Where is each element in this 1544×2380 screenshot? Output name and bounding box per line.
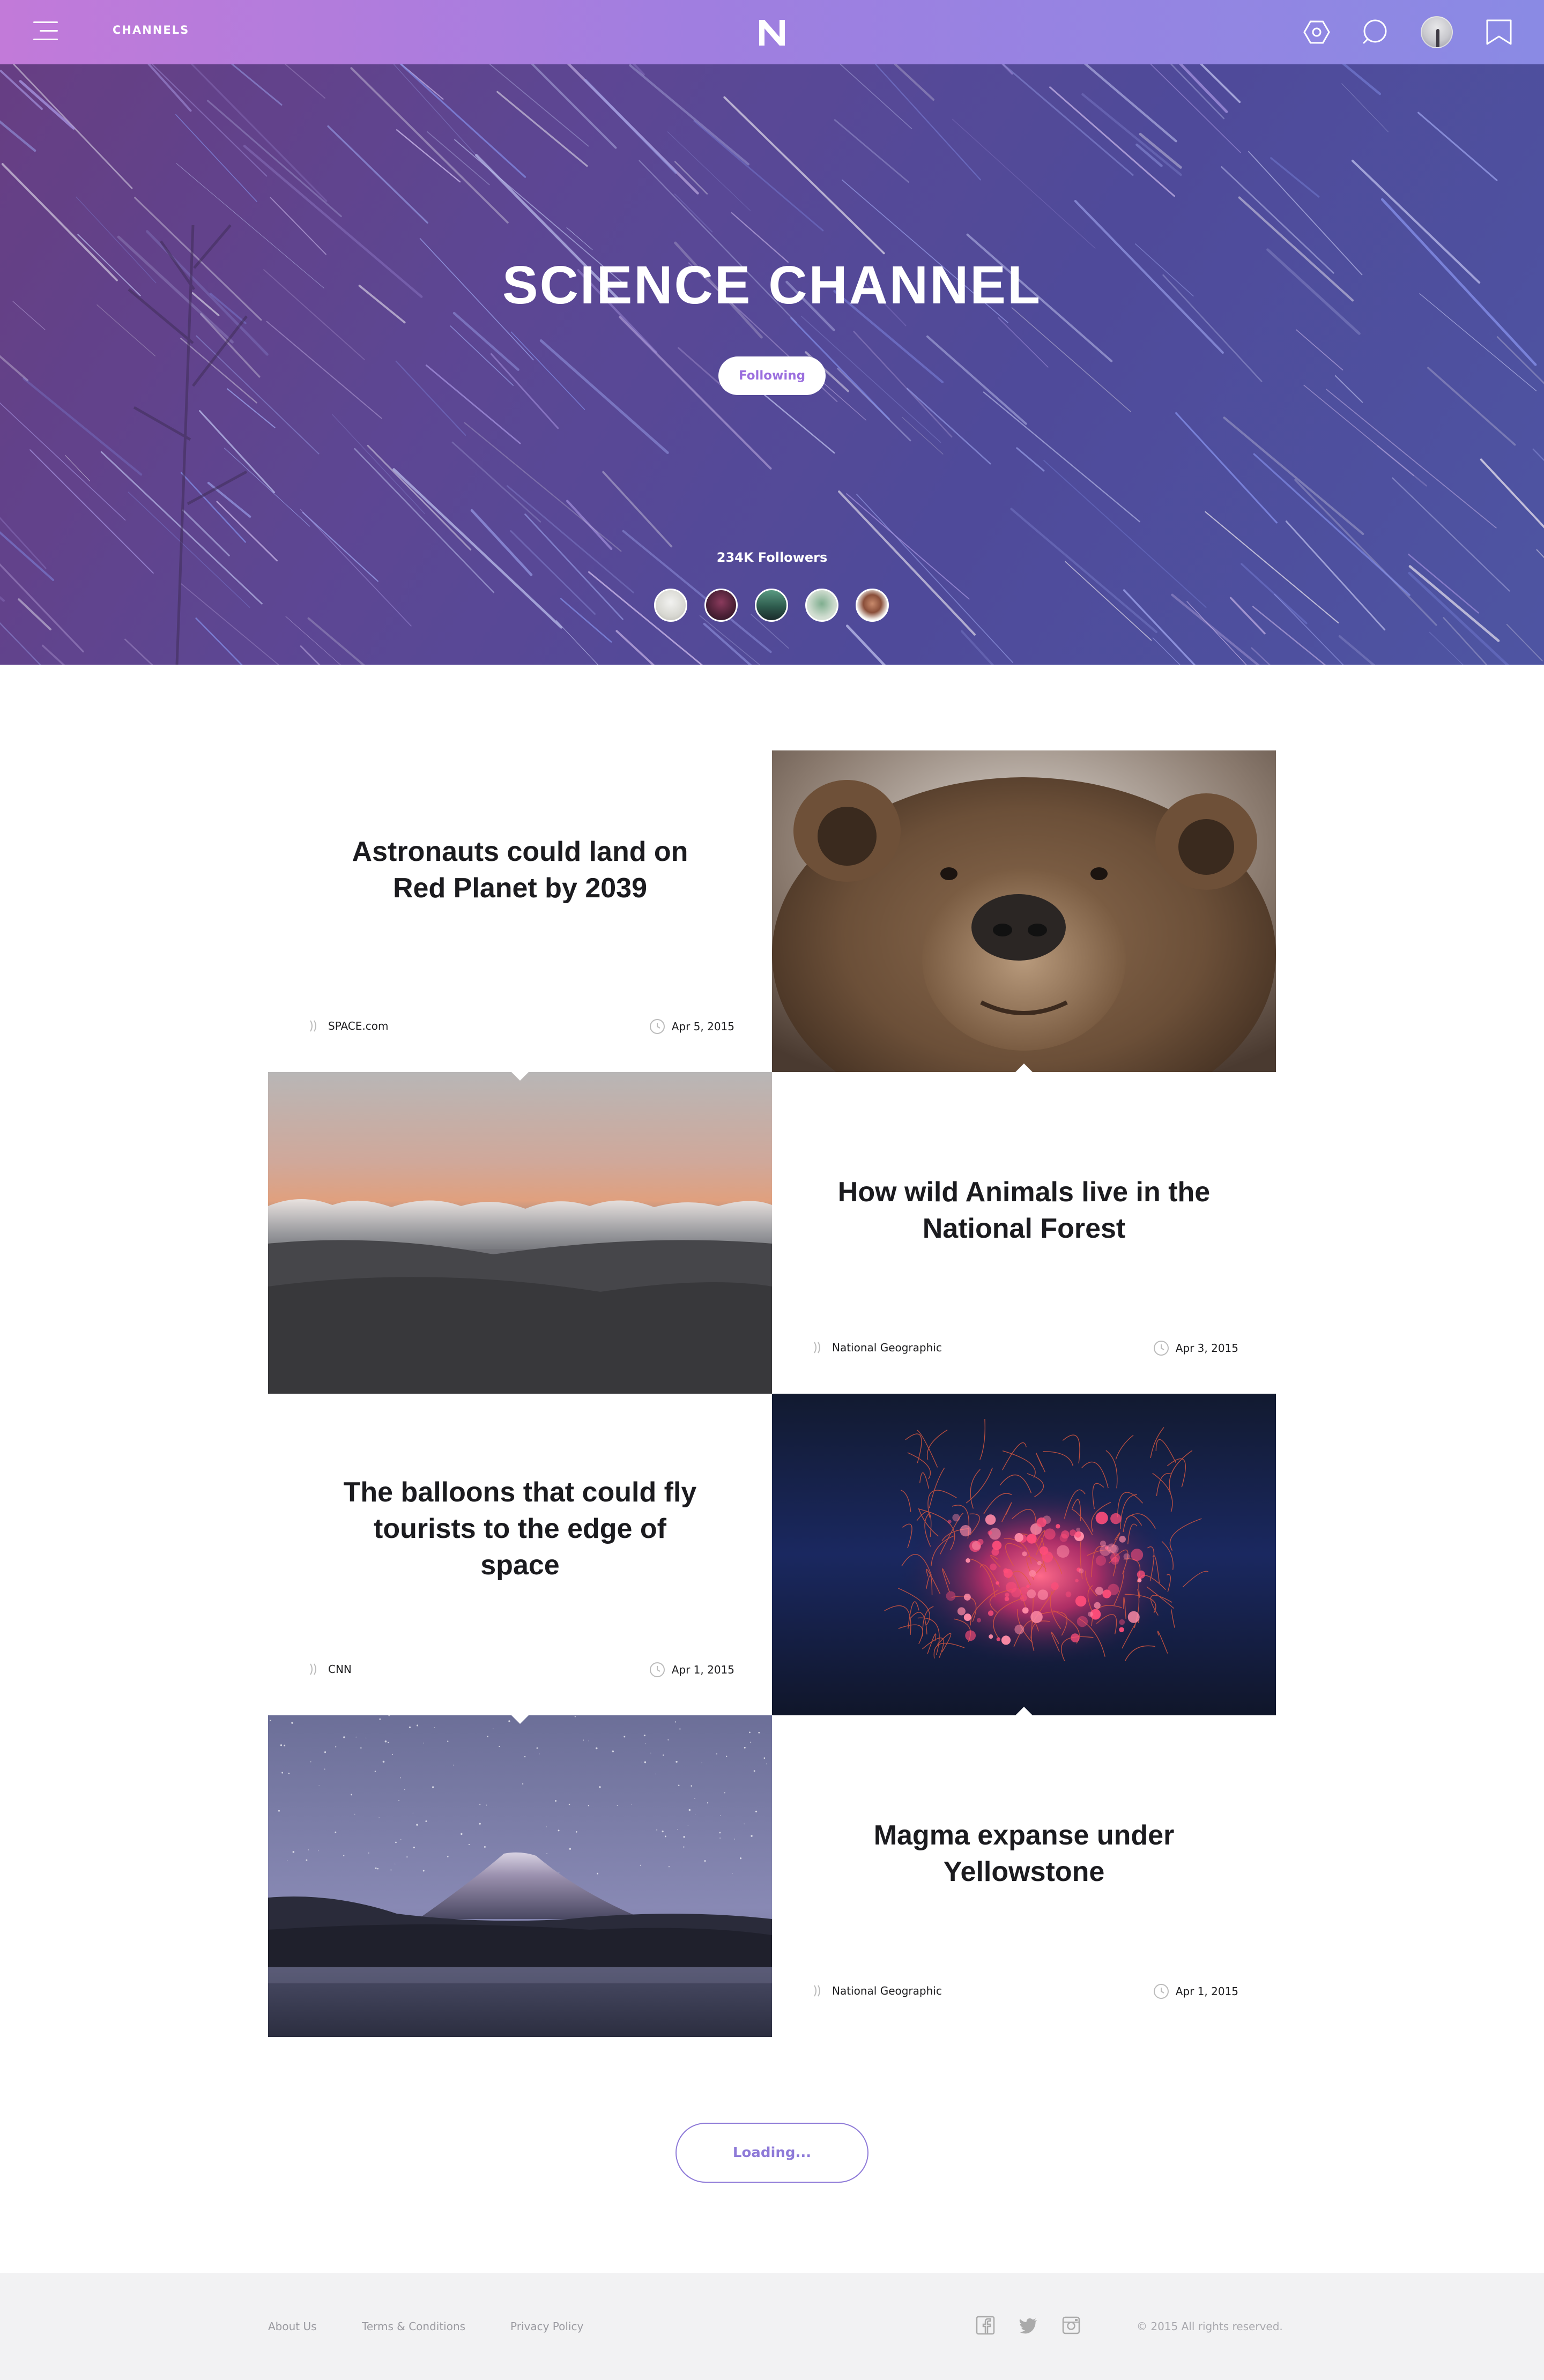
follower-avatar[interactable] xyxy=(654,589,687,622)
article-card[interactable]: Magma expanse under Yellowstone National… xyxy=(772,1715,1276,2037)
source-icon xyxy=(814,1342,820,1353)
article-source[interactable]: National Geographic xyxy=(810,1340,942,1355)
twitter-icon[interactable] xyxy=(1019,2316,1038,2335)
source-label: National Geographic xyxy=(832,1984,942,1997)
source-label: National Geographic xyxy=(832,1341,942,1354)
notch xyxy=(511,1715,529,1724)
source-icon xyxy=(310,1663,316,1675)
date-label: Apr 3, 2015 xyxy=(1175,1342,1238,1355)
article-date: Apr 3, 2015 xyxy=(1153,1340,1238,1356)
article-meta: CNN Apr 1, 2015 xyxy=(306,1662,734,1678)
notch xyxy=(1015,1063,1033,1072)
footer-link-privacy[interactable]: Privacy Policy xyxy=(510,2320,583,2333)
facebook-icon[interactable] xyxy=(976,2316,995,2335)
clock-icon xyxy=(649,1019,665,1034)
article-date: Apr 1, 2015 xyxy=(649,1662,734,1678)
article-card[interactable]: Astronauts could land on Red Planet by 2… xyxy=(268,750,772,1072)
follower-avatars xyxy=(654,589,890,624)
follower-avatar[interactable] xyxy=(704,589,738,622)
source-icon xyxy=(814,1985,820,1997)
follower-avatar[interactable] xyxy=(856,589,889,622)
copyright-text: © 2015 All rights reserved. xyxy=(1137,2320,1283,2333)
article-title[interactable]: Magma expanse under Yellowstone xyxy=(836,1817,1212,1890)
article-source[interactable]: National Geographic xyxy=(810,1983,942,1998)
article-meta: SPACE.com Apr 5, 2015 xyxy=(306,1018,734,1035)
articles-grid: Astronauts could land on Red Planet by 2… xyxy=(268,750,1276,2037)
article-date: Apr 1, 2015 xyxy=(1153,1983,1238,1999)
source-icon xyxy=(310,1020,316,1032)
hero-banner: SCIENCE CHANNEL Following 234K Followers xyxy=(0,64,1544,665)
clock-icon xyxy=(1153,1341,1169,1356)
instagram-icon[interactable] xyxy=(1062,2316,1081,2335)
article-meta: National Geographic Apr 3, 2015 xyxy=(810,1340,1238,1356)
logo-icon[interactable] xyxy=(756,18,788,47)
followers-count: 234K Followers xyxy=(716,550,828,565)
bookmark-icon[interactable] xyxy=(1483,16,1515,48)
search-icon[interactable] xyxy=(1360,16,1392,48)
channels-nav-link[interactable]: CHANNELS xyxy=(113,24,189,36)
avatar[interactable] xyxy=(1421,16,1453,48)
date-label: Apr 1, 2015 xyxy=(1175,1985,1238,1998)
notch xyxy=(511,1072,529,1081)
article-source[interactable]: SPACE.com xyxy=(306,1018,388,1033)
article-title[interactable]: Astronauts could land on Red Planet by 2… xyxy=(332,834,708,906)
article-date: Apr 5, 2015 xyxy=(649,1018,734,1035)
article-card[interactable]: How wild Animals live in the National Fo… xyxy=(772,1072,1276,1394)
footer-link-terms[interactable]: Terms & Conditions xyxy=(362,2320,465,2333)
article-image-mountain[interactable] xyxy=(268,1715,772,2037)
follower-avatar[interactable] xyxy=(805,589,838,622)
article-card[interactable]: The balloons that could fly tourists to … xyxy=(268,1394,772,1715)
following-button[interactable]: Following xyxy=(718,356,826,395)
notch xyxy=(1015,1707,1033,1715)
article-image-bear[interactable] xyxy=(772,750,1276,1072)
source-label: CNN xyxy=(328,1663,352,1676)
page-title: SCIENCE CHANNEL xyxy=(502,255,1042,315)
article-title[interactable]: How wild Animals live in the National Fo… xyxy=(836,1174,1212,1247)
footer-link-about[interactable]: About Us xyxy=(268,2320,317,2333)
footer: About Us Terms & Conditions Privacy Poli… xyxy=(0,2273,1544,2380)
article-image-clouds[interactable] xyxy=(268,1072,772,1394)
clock-icon xyxy=(649,1662,665,1677)
article-title[interactable]: The balloons that could fly tourists to … xyxy=(332,1474,708,1583)
hexagon-settings-icon[interactable] xyxy=(1301,16,1333,48)
clock-icon xyxy=(1153,1984,1169,1999)
article-source[interactable]: CNN xyxy=(306,1662,352,1677)
article-meta: National Geographic Apr 1, 2015 xyxy=(810,1983,1238,1999)
source-label: SPACE.com xyxy=(328,1020,389,1032)
date-label: Apr 5, 2015 xyxy=(671,1020,734,1033)
menu-icon[interactable] xyxy=(33,21,58,43)
article-image-embers[interactable] xyxy=(772,1394,1276,1715)
top-bar: CHANNELS xyxy=(0,0,1544,64)
date-label: Apr 1, 2015 xyxy=(671,1663,734,1676)
follower-avatar[interactable] xyxy=(755,589,788,622)
loading-button[interactable]: Loading... xyxy=(676,2123,868,2183)
